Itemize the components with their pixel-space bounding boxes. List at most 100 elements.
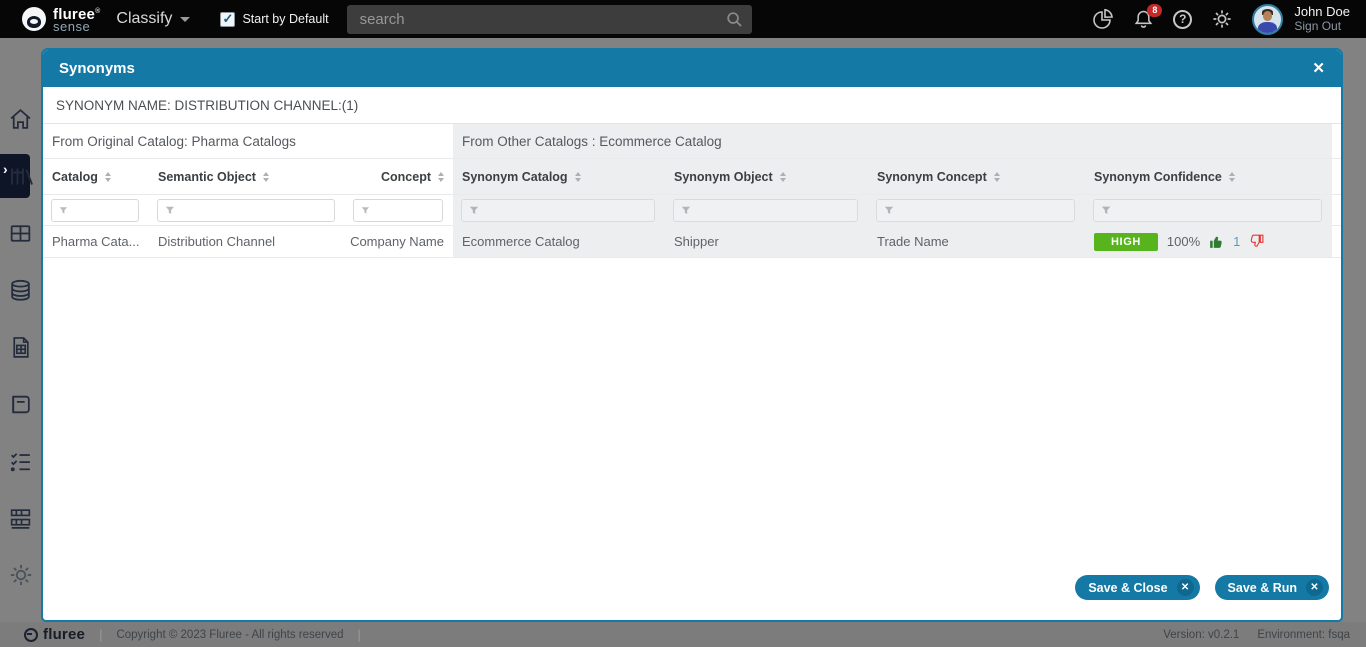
table-row: Pharma Cata... Distribution Channel Comp…: [43, 226, 1341, 258]
top-bar: fluree® sense Classify Start by Default …: [0, 0, 1366, 38]
table-group-header-row: From Original Catalog: Pharma Catalogs F…: [43, 124, 1341, 159]
column-header-synonym-catalog[interactable]: Synonym Catalog: [453, 159, 665, 194]
user-block: John Doe Sign Out: [1294, 5, 1350, 33]
modal-header: Synonyms ✕: [43, 50, 1341, 87]
synonyms-modal: Synonyms ✕ SYNONYM NAME: DISTRIBUTION CH…: [41, 48, 1343, 622]
funnel-icon: [469, 205, 479, 216]
footer-logo: fluree: [24, 626, 85, 643]
filter-synonym-concept[interactable]: [876, 199, 1075, 222]
divider: |: [358, 627, 361, 642]
sort-icon: [575, 172, 581, 182]
close-icon[interactable]: ✕: [1312, 61, 1325, 76]
column-header-semantic-object[interactable]: Semantic Object: [149, 159, 345, 194]
filter-synonym-catalog[interactable]: [461, 199, 655, 222]
search-input[interactable]: [347, 5, 752, 34]
sidebar-item-archive[interactable]: [0, 505, 41, 531]
save-close-button[interactable]: Save & Close ✕: [1075, 575, 1199, 600]
filter-semantic-object[interactable]: [157, 199, 335, 222]
sidebar-item-catalog-file[interactable]: [0, 334, 41, 360]
notifications-bell-icon[interactable]: 8: [1133, 9, 1154, 30]
brand-logo: fluree® sense: [22, 6, 100, 32]
notification-count-badge: 8: [1147, 4, 1162, 17]
cell-catalog: Pharma Cata...: [43, 226, 149, 257]
divider: |: [99, 627, 102, 642]
filter-synonym-confidence[interactable]: [1093, 199, 1322, 222]
home-icon: [8, 107, 33, 132]
sign-out-link[interactable]: Sign Out: [1294, 19, 1350, 33]
classify-menu[interactable]: Classify: [116, 10, 190, 28]
modal-title: Synonyms: [59, 60, 135, 77]
funnel-icon: [884, 205, 894, 216]
brand-subname: sense: [53, 21, 100, 32]
page-footer: fluree | Copyright © 2023 Fluree - All r…: [0, 622, 1366, 647]
cell-synonym-confidence: HIGH 100% 1: [1085, 226, 1332, 257]
sort-icon: [263, 172, 269, 182]
funnel-icon: [1101, 205, 1111, 216]
sidebar-item-tasks[interactable]: [0, 448, 41, 474]
column-header-catalog[interactable]: Catalog: [43, 159, 149, 194]
chevron-down-icon: [180, 17, 190, 22]
sidebar-item-tables[interactable]: [0, 220, 41, 246]
modal-buttons: Save & Close ✕ Save & Run ✕: [1075, 575, 1329, 600]
filter-concept[interactable]: [353, 199, 443, 222]
book-icon: [8, 392, 33, 417]
table-grid-icon: [8, 221, 33, 246]
reports-pie-chart-icon[interactable]: [1092, 8, 1114, 30]
copyright-text: Copyright © 2023 Fluree - All rights res…: [116, 629, 343, 641]
sort-icon: [105, 172, 111, 182]
library-icon: [8, 164, 34, 189]
filter-catalog[interactable]: [51, 199, 139, 222]
column-header-synonym-concept[interactable]: Synonym Concept: [868, 159, 1085, 194]
cell-synonym-object: Shipper: [665, 226, 868, 257]
close-circle-icon[interactable]: ✕: [1306, 579, 1323, 596]
close-circle-icon[interactable]: ✕: [1177, 579, 1194, 596]
column-header-concept[interactable]: Concept: [345, 159, 453, 194]
upvote-count: 1: [1233, 234, 1240, 249]
footer-meta: Version: v0.2.1 Environment: fsqa: [1163, 629, 1350, 641]
sidebar-item-glossary[interactable]: [0, 391, 41, 417]
user-avatar[interactable]: [1252, 4, 1283, 35]
help-icon[interactable]: ?: [1173, 10, 1192, 29]
sidebar-item-home[interactable]: [0, 106, 41, 132]
table-header-row: Catalog Semantic Object Concept Synonym …: [43, 159, 1341, 195]
version-text: Version: v0.2.1: [1163, 629, 1239, 641]
funnel-icon: [681, 205, 691, 216]
search-box: [347, 5, 752, 34]
user-name: John Doe: [1294, 5, 1350, 19]
funnel-icon: [361, 205, 370, 216]
shelf-icon: [8, 506, 33, 531]
sort-icon: [1229, 172, 1235, 182]
sort-icon: [994, 172, 1000, 182]
funnel-icon: [165, 205, 175, 216]
checkbox-checked-icon[interactable]: [220, 12, 235, 27]
cell-synonym-catalog: Ecommerce Catalog: [453, 226, 665, 257]
sidebar-item-library[interactable]: [0, 163, 41, 189]
footer-brand: fluree: [43, 626, 85, 643]
funnel-icon: [59, 205, 68, 216]
classify-menu-label: Classify: [116, 10, 172, 28]
start-by-default-checkbox[interactable]: Start by Default: [220, 12, 328, 27]
column-header-synonym-confidence[interactable]: Synonym Confidence: [1085, 159, 1332, 194]
registered-mark: ®: [95, 8, 100, 15]
column-header-synonym-object[interactable]: Synonym Object: [665, 159, 868, 194]
sort-icon: [438, 172, 444, 182]
filter-synonym-object[interactable]: [673, 199, 858, 222]
fluree-logo-icon: [24, 628, 38, 642]
sort-icon: [780, 172, 786, 182]
sidebar-item-datasets[interactable]: [0, 277, 41, 303]
sidebar-nav: [0, 38, 41, 622]
settings-gear-icon[interactable]: [1211, 8, 1233, 30]
confidence-badge: HIGH: [1094, 233, 1158, 251]
synonym-name-text: SYNONYM NAME: DISTRIBUTION CHANNEL:(1): [56, 98, 358, 113]
synonym-name-row: SYNONYM NAME: DISTRIBUTION CHANNEL:(1): [43, 87, 1341, 124]
environment-text: Environment: fsqa: [1257, 629, 1350, 641]
thumbs-up-icon[interactable]: [1209, 234, 1224, 249]
cell-semantic-object: Distribution Channel: [149, 226, 345, 257]
sidebar-item-settings[interactable]: [0, 562, 41, 588]
fluree-logo-icon: [22, 7, 46, 31]
database-icon: [8, 278, 33, 303]
file-table-icon: [8, 335, 33, 360]
save-run-button[interactable]: Save & Run ✕: [1215, 575, 1329, 600]
cell-concept: Company Name: [345, 226, 453, 257]
thumbs-down-icon[interactable]: [1249, 234, 1264, 249]
